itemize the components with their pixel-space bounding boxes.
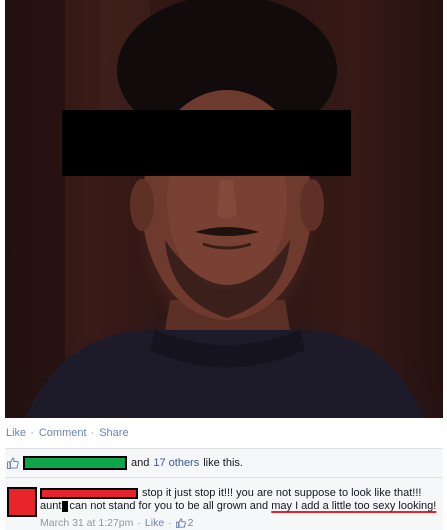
- comment-like-count[interactable]: 2: [188, 517, 194, 529]
- comment: stop it just stop it!!! you are not supp…: [5, 478, 443, 530]
- photo-illustration: [5, 0, 425, 418]
- redacted-commenter-name[interactable]: [40, 487, 138, 499]
- avatar-redacted[interactable]: [7, 487, 37, 517]
- likes-others-link[interactable]: 17 others: [153, 457, 199, 469]
- separator: ·: [168, 517, 172, 529]
- likes-suffix: like this.: [203, 457, 243, 469]
- share-link[interactable]: Share: [99, 427, 128, 439]
- comment-body: stop it just stop it!!! you are not supp…: [40, 487, 440, 513]
- comment-meta: March 31 at 1:27pm · Like · 2: [40, 517, 194, 529]
- separator: ·: [90, 427, 95, 439]
- redacted-aunt-name: [62, 500, 69, 512]
- likes-summary: and 17 others like this.: [5, 449, 443, 478]
- comment-link[interactable]: Comment: [39, 427, 87, 439]
- comment-like-link[interactable]: Like: [145, 517, 164, 529]
- comment-text-underlined: may I add a little too sexy looking!: [271, 500, 437, 512]
- likes-and-text: and: [131, 457, 150, 469]
- separator: ·: [30, 427, 34, 439]
- thumbs-up-icon: [175, 518, 186, 528]
- like-link[interactable]: Like: [6, 427, 26, 439]
- post-actions-bar: Like · Comment · Share: [5, 418, 443, 449]
- post-photo[interactable]: [5, 0, 443, 418]
- comment-text-line1: stop it just stop it!!! you are not supp…: [142, 487, 422, 499]
- eye-censor-bar: [62, 110, 351, 176]
- separator: ·: [137, 517, 141, 529]
- comment-text-mid: can not stand for you to be all grown an…: [69, 500, 269, 512]
- comment-timestamp[interactable]: March 31 at 1:27pm: [40, 517, 133, 529]
- comment-text-aunt: aunt: [40, 500, 62, 512]
- thumbs-up-icon: [7, 457, 19, 469]
- redacted-names-green: [23, 456, 127, 470]
